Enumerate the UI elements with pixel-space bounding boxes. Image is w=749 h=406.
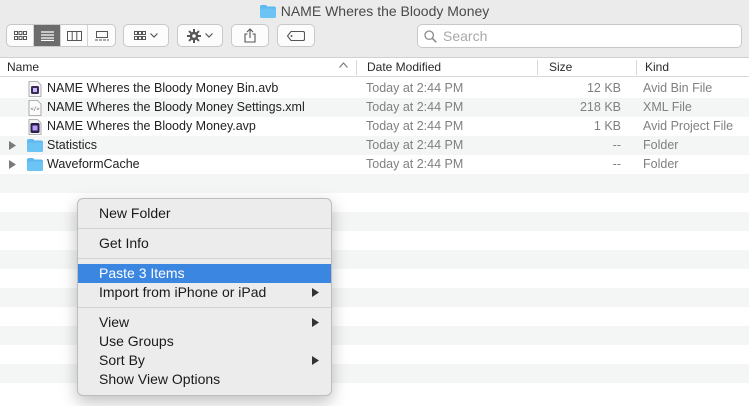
list-view-button[interactable]	[34, 25, 61, 46]
group-button[interactable]	[123, 24, 169, 47]
menu-separator	[78, 228, 331, 229]
date-column-label: Date Modified	[367, 60, 442, 74]
columns-icon	[66, 30, 82, 41]
folder-icon	[259, 4, 276, 18]
size-column-label: Size	[549, 60, 573, 74]
menu-item-new-folder[interactable]: New Folder	[78, 204, 331, 223]
file-kind: Avid Bin File	[643, 81, 713, 95]
name-column-header[interactable]: Name	[0, 58, 356, 76]
sort-ascending-icon[interactable]	[339, 62, 348, 68]
share-icon	[244, 28, 256, 43]
menu-item-label: View	[99, 314, 130, 330]
file-size: 1 KB	[593, 119, 621, 133]
menu-item-sort-by[interactable]: Sort By	[78, 351, 331, 370]
file-kind: Folder	[643, 157, 679, 171]
share-button[interactable]	[231, 24, 269, 47]
folder-icon	[27, 139, 43, 152]
disclosure-triangle-icon[interactable]	[9, 160, 16, 169]
file-date: Today at 2:44 PM	[366, 119, 464, 133]
search-field[interactable]	[417, 24, 742, 48]
file-size: 12 KB	[586, 81, 621, 95]
file-kind: Avid Project File	[643, 119, 734, 133]
toolbar: NAME Wheres the Bloody Money	[0, 0, 749, 58]
chevron-down-icon	[150, 33, 158, 38]
file-date: Today at 2:44 PM	[366, 157, 464, 171]
folder-row[interactable]: Statistics Today at 2:44 PM -- Folder	[0, 136, 749, 155]
file-kind: Folder	[643, 138, 679, 152]
file-name: WaveformCache	[47, 157, 140, 171]
menu-item-import[interactable]: Import from iPhone or iPad	[78, 283, 331, 302]
file-name: NAME Wheres the Bloody Money Settings.xm…	[47, 100, 305, 114]
date-column-header[interactable]: Date Modified	[360, 58, 537, 76]
column-header: Name Date Modified Size Kind	[0, 58, 749, 77]
kind-column-header[interactable]: Kind	[638, 58, 748, 76]
file-size: --	[612, 157, 621, 171]
menu-item-label: Import from iPhone or iPad	[99, 284, 267, 300]
menu-item-show-view-options[interactable]: Show View Options	[78, 370, 331, 389]
file-date: Today at 2:44 PM	[366, 81, 464, 95]
name-column-label: Name	[7, 60, 40, 74]
grid-icon	[134, 31, 146, 40]
tag-icon	[287, 30, 305, 41]
avid-bin-icon	[28, 81, 42, 97]
menu-item-label: Sort By	[99, 352, 145, 368]
file-size: 218 KB	[579, 100, 621, 114]
size-column-header[interactable]: Size	[542, 58, 635, 76]
kind-column-label: Kind	[645, 60, 670, 74]
menu-separator	[78, 307, 331, 308]
window-title-text: NAME Wheres the Bloody Money	[280, 3, 490, 19]
tags-button[interactable]	[277, 24, 315, 47]
menu-item-paste[interactable]: Paste 3 Items	[78, 264, 331, 283]
menu-item-get-info[interactable]: Get Info	[78, 234, 331, 253]
empty-row-stripe	[0, 174, 749, 193]
disclosure-triangle-icon[interactable]	[9, 141, 16, 150]
submenu-arrow-icon	[312, 288, 319, 297]
menu-item-view[interactable]: View	[78, 313, 331, 332]
submenu-arrow-icon	[312, 318, 319, 327]
file-date: Today at 2:44 PM	[366, 138, 464, 152]
svg-text:</>: </>	[30, 107, 39, 113]
file-kind: XML File	[643, 100, 692, 114]
file-name: NAME Wheres the Bloody Money Bin.avb	[47, 81, 279, 95]
menu-separator	[78, 258, 331, 259]
file-name: Statistics	[47, 138, 98, 152]
file-date: Today at 2:44 PM	[366, 100, 464, 114]
menu-item-use-groups[interactable]: Use Groups	[78, 332, 331, 351]
icon-view-button[interactable]	[7, 25, 34, 46]
avid-project-icon	[28, 119, 42, 135]
view-mode-control	[6, 24, 116, 47]
context-menu: New Folder Get Info Paste 3 Items Import…	[77, 198, 332, 396]
search-icon	[424, 29, 437, 43]
column-divider[interactable]	[537, 60, 538, 75]
file-row[interactable]: NAME Wheres the Bloody Money Bin.avb Tod…	[0, 79, 749, 98]
file-name: NAME Wheres the Bloody Money.avp	[47, 119, 256, 133]
gallery-view-button[interactable]	[88, 25, 115, 46]
grid-icon	[13, 31, 27, 40]
submenu-arrow-icon	[312, 356, 319, 365]
column-divider[interactable]	[636, 60, 637, 75]
search-input[interactable]	[443, 28, 733, 44]
list-icon	[40, 30, 54, 41]
file-row[interactable]: </> NAME Wheres the Bloody Money Setting…	[0, 98, 749, 117]
gear-icon	[187, 28, 201, 43]
action-button[interactable]	[177, 24, 223, 47]
folder-icon	[27, 158, 43, 171]
column-divider[interactable]	[356, 60, 357, 75]
file-size: --	[612, 138, 621, 152]
window-title: NAME Wheres the Bloody Money	[0, 3, 749, 19]
folder-row[interactable]: WaveformCache Today at 2:44 PM -- Folder	[0, 155, 749, 174]
file-row[interactable]: NAME Wheres the Bloody Money.avp Today a…	[0, 117, 749, 136]
chevron-down-icon	[205, 33, 213, 38]
gallery-icon	[94, 30, 109, 40]
file-list: NAME Wheres the Bloody Money Bin.avb Tod…	[0, 79, 749, 174]
xml-file-icon: </>	[28, 100, 42, 116]
column-view-button[interactable]	[61, 25, 88, 46]
